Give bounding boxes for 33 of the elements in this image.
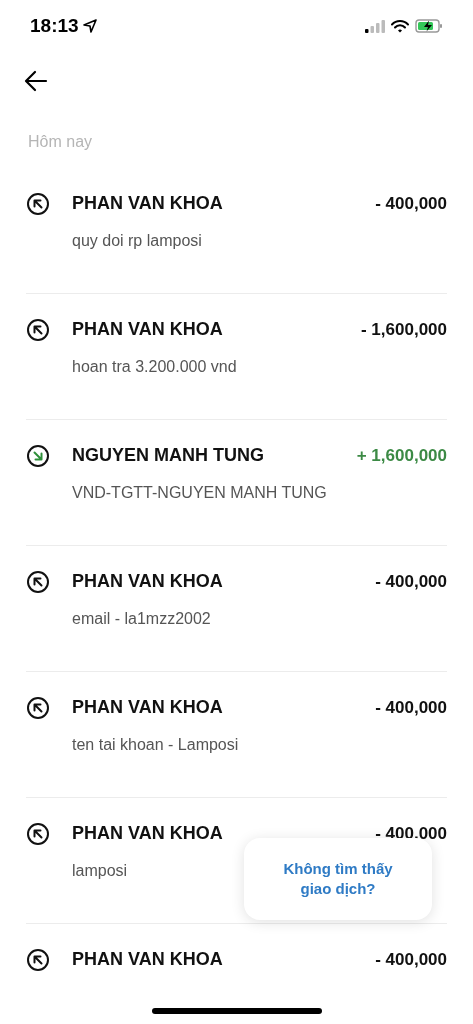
back-button[interactable] <box>24 70 48 92</box>
wifi-icon <box>391 19 409 33</box>
transaction-amount: - 400,000 <box>375 696 447 719</box>
transaction-note: hoan tra 3.200.000 vnd <box>72 357 237 377</box>
payee-name: PHAN VAN KHOA <box>72 822 223 845</box>
transaction-row[interactable]: NGUYEN MANH TUNG + 1,600,000 VND-TGTT-NGUYEN MANH TUNG <box>26 420 447 546</box>
location-icon <box>82 19 97 33</box>
payee-name: PHAN VAN KHOA <box>72 948 223 971</box>
transaction-row[interactable]: PHAN VAN KHOA - 1,600,000 hoan tra 3.200.000 vnd <box>26 294 447 420</box>
transaction-row[interactable]: PHAN VAN KHOA - 400,000 quy doi rp lamposi <box>26 168 447 294</box>
transaction-note: VND-TGTT-NGUYEN MANH TUNG <box>72 483 327 503</box>
help-popup[interactable]: Không tìm thấy giao dịch? <box>244 838 432 920</box>
transaction-row[interactable]: PHAN VAN KHOA - 400,000 email - la1mzz2002 <box>26 546 447 672</box>
transaction-note: ten tai khoan - Lamposi <box>72 735 239 755</box>
transaction-amount: - 400,000 <box>375 948 447 971</box>
transaction-note: lamposi <box>72 861 128 881</box>
payee-name: PHAN VAN KHOA <box>72 192 223 215</box>
transaction-row[interactable]: PHAN VAN KHOA - 400,000 ten tai khoan - Lamposi <box>26 672 447 798</box>
payee-name: PHAN VAN KHOA <box>72 318 223 341</box>
transaction-note: email - la1mzz2002 <box>72 609 211 629</box>
section-label: Hôm nay <box>28 133 93 150</box>
payee-name: PHAN VAN KHOA <box>72 696 223 719</box>
payee-name: PHAN VAN KHOA <box>72 570 223 593</box>
payee-name: NGUYEN MANH TUNG <box>72 444 264 467</box>
back-arrow-icon <box>24 70 48 92</box>
battery-charging-icon <box>415 19 443 33</box>
transaction-amount: - 400,000 <box>375 192 447 215</box>
transaction-amount: + 1,600,000 <box>356 444 447 467</box>
signal-icon <box>365 19 385 33</box>
status-time: 18:13 <box>30 13 79 38</box>
transaction-amount: - 1,600,000 <box>361 318 447 341</box>
transaction-note: quy doi rp lamposi <box>72 231 202 251</box>
transaction-amount: - 400,000 <box>375 570 447 593</box>
